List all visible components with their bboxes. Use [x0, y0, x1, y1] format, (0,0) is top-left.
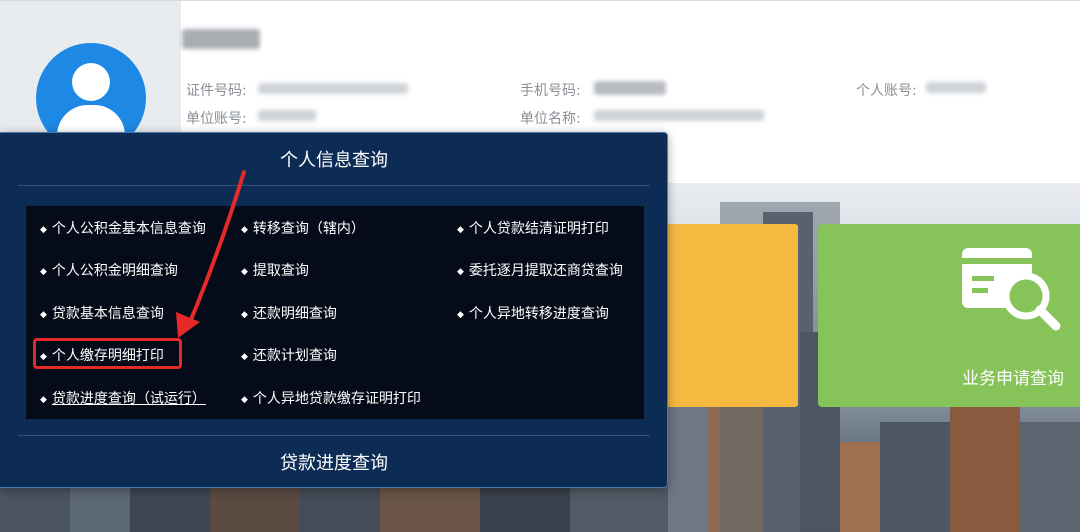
panel-divider-bottom: [18, 435, 650, 436]
panel-divider-top: [18, 185, 650, 186]
menu-item-repayment-detail-query[interactable]: ◆ 还款明细查询: [241, 303, 337, 323]
bullet-icon: ◆: [241, 310, 248, 320]
account-label: 个人账号:: [856, 83, 917, 99]
id-number-label: 证件号码:: [186, 83, 247, 99]
unit-account-value-redacted: [258, 110, 316, 121]
business-query-label: 业务申请查询: [962, 369, 1064, 389]
bullet-icon: ◆: [457, 310, 464, 320]
menu-item-fund-detail-query[interactable]: ◆ 个人公积金明细查询: [40, 260, 178, 280]
user-silhouette-icon: [72, 63, 110, 101]
unit-name-value-redacted: [594, 110, 764, 121]
menu-grid: ◆ 个人公积金基本信息查询 ◆ 个人公积金明细查询 ◆ 贷款基本信息查询 ◆ 个人缴存明…: [26, 206, 644, 419]
menu-item-repayment-plan-query[interactable]: ◆ 还款计划查询: [241, 345, 337, 365]
phone-label: 手机号码:: [520, 83, 581, 99]
bullet-icon: ◆: [241, 352, 248, 362]
menu-item-transfer-query[interactable]: ◆ 转移查询（辖内）: [241, 218, 365, 238]
menu-item-loan-info-query[interactable]: ◆ 贷款基本信息查询: [40, 303, 164, 323]
personal-info-menu-panel: 个人信息查询 ◆ 个人公积金基本信息查询 ◆ 个人公积金明细查询 ◆ 贷款基本信息查询…: [0, 132, 668, 488]
bullet-icon: ◆: [40, 310, 47, 320]
service-tile-yellow[interactable]: [665, 224, 798, 407]
id-number-value-redacted: [258, 83, 408, 94]
panel-title[interactable]: 个人信息查询: [0, 146, 668, 172]
bullet-icon: ◆: [241, 267, 248, 277]
user-name-redacted: [182, 29, 260, 49]
business-query-tile[interactable]: 业务申请查询: [818, 224, 1080, 407]
form-search-icon: [962, 248, 1061, 331]
bullet-icon: ◆: [241, 225, 248, 235]
bullet-icon: ◆: [40, 395, 47, 405]
highlight-box: [33, 338, 182, 369]
unit-account-label: 单位账号:: [186, 111, 247, 127]
bullet-icon: ◆: [457, 267, 464, 277]
bullet-icon: ◆: [241, 395, 248, 405]
menu-item-remote-transfer-progress-query[interactable]: ◆ 个人异地转移进度查询: [457, 303, 609, 323]
menu-item-withdrawal-query[interactable]: ◆ 提取查询: [241, 260, 309, 280]
bullet-icon: ◆: [457, 225, 464, 235]
menu-item-loan-settlement-proof-print[interactable]: ◆ 个人贷款结清证明打印: [457, 218, 609, 238]
loan-progress-query-heading[interactable]: 贷款进度查询: [0, 449, 668, 475]
menu-item-remote-loan-deposit-proof-print[interactable]: ◆ 个人异地贷款缴存证明打印: [241, 388, 421, 408]
menu-item-loan-progress-trial[interactable]: ◆ 贷款进度查询（试运行）: [40, 388, 206, 408]
account-value-redacted: [926, 82, 986, 93]
unit-name-label: 单位名称:: [520, 111, 581, 127]
phone-value-redacted: [594, 81, 666, 95]
menu-item-basic-info-query[interactable]: ◆ 个人公积金基本信息查询: [40, 218, 206, 238]
bullet-icon: ◆: [40, 225, 47, 235]
menu-item-monthly-withdrawal-loan-query[interactable]: ◆ 委托逐月提取还商贷查询: [457, 260, 623, 280]
bullet-icon: ◆: [40, 267, 47, 277]
